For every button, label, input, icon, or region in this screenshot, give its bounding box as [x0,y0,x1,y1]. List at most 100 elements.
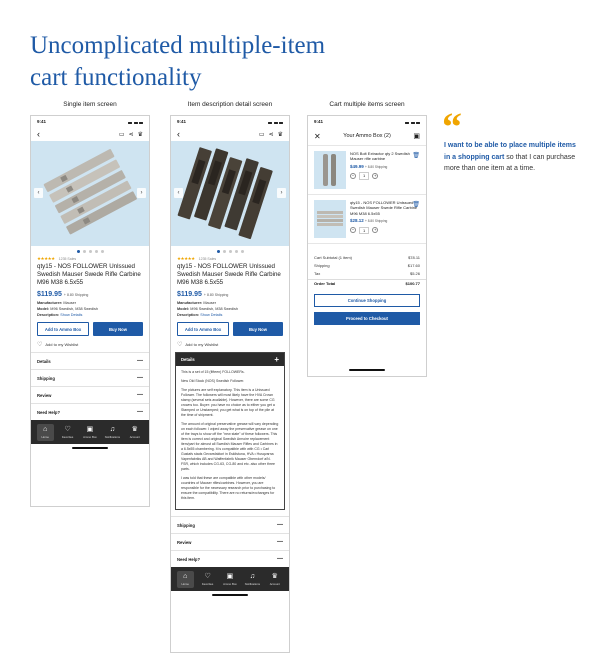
next-image-icon[interactable]: › [277,188,286,198]
details-paragraph: This is a set of 15 (fifteen) FOLLOWERs. [181,370,245,374]
share-icon[interactable]: ⋖ [269,131,274,138]
accordion-review[interactable]: Review — [171,533,289,550]
back-arrow-icon[interactable]: ‹ [37,129,40,139]
details-paragraph: The pictures are self explanatory. This … [181,388,275,417]
phone-item-detail: 9:41 ‹ ▭ ⋖ ♛ ‹ › ★★★★★ 1235 Sales qty15 … [170,115,290,653]
accordion-need-help[interactable]: Need Help? — [31,403,149,420]
description-label: Description: [37,313,60,317]
page-headline: Uncomplicated multiple-item cart functio… [30,30,450,94]
proceed-to-checkout-button[interactable]: Proceed to Checkout [314,312,420,325]
tab-home[interactable]: ⌂ Home [176,570,194,588]
quantity-value[interactable]: 1 [359,172,370,180]
accordion-need-help-label: Need Help? [177,556,201,562]
crown-icon[interactable]: ♛ [138,131,143,138]
image-pager-dots[interactable] [171,246,289,256]
box-icon: ▣ [86,425,94,433]
tab-ammo-box[interactable]: ▣ Ammo Box [221,573,238,586]
close-icon[interactable]: ✕ [314,132,321,141]
bell-icon: ♫ [249,572,255,580]
wishlist-label: Add to my Wishlist [185,341,219,347]
tab-account-label: Account [129,434,140,439]
cart-item: NOS Bolt Extractor qty 2 Swedish Mauser … [308,145,426,195]
tab-notifications[interactable]: ♫ Notifications [244,573,261,586]
model-label: Model: [37,307,50,311]
tab-favorites-label: Favorites [201,581,214,586]
status-icons [268,119,283,127]
show-details-link[interactable]: Show Details [200,313,222,317]
collapse-icon: — [277,556,283,562]
cart-title: Your Ammo Box (2) [343,133,391,139]
continue-shopping-button[interactable]: Continue Shopping [314,294,420,307]
heart-icon: ♡ [177,341,183,348]
home-indicator [31,444,149,452]
cart-header: ✕ Your Ammo Box (2) ▣ [308,127,426,145]
add-to-ammo-box-button[interactable]: Add to Ammo Box [177,322,229,336]
product-meta: Manufacturer: Mauser Model: M96 Swedish,… [177,300,283,318]
prev-image-icon[interactable]: ‹ [174,188,183,198]
show-details-link[interactable]: Show Details [60,313,82,317]
tab-home-label: Home [41,434,49,439]
wishlist-label: Add to my Wishlist [45,341,79,347]
quantity-stepper: − 1 + [350,226,420,235]
tab-ammo-box-label: Ammo Box [83,434,97,439]
crown-icon[interactable]: ♛ [278,131,283,138]
tab-account[interactable]: ♛ Account [126,426,143,439]
chat-icon[interactable]: ▭ [119,131,125,138]
quantity-value[interactable]: 1 [359,226,370,235]
accordion-shipping[interactable]: Shipping — [31,369,149,386]
back-arrow-icon[interactable]: ‹ [177,129,180,139]
status-time: 9:41 [37,119,47,124]
image-pager-dots[interactable] [31,246,149,256]
shipping-label: Shipping [314,263,330,268]
prev-image-icon[interactable]: ‹ [34,188,43,198]
crown-icon: ♛ [131,425,138,433]
headline-line-1: Uncomplicated multiple-item [30,32,326,59]
tab-favorites[interactable]: ♡ Favorites [59,426,76,439]
increase-quantity-button[interactable]: + [372,227,379,234]
decrease-quantity-button[interactable]: − [350,227,356,234]
tab-favorites[interactable]: ♡ Favorites [199,573,216,586]
tab-account[interactable]: ♛ Account [266,573,283,586]
chat-icon[interactable]: ▭ [259,131,265,138]
share-icon[interactable]: ⋖ [129,131,134,138]
wishlist-link[interactable]: ♡ Add to my Wishlist [177,340,283,348]
buy-now-button[interactable]: Buy Now [233,322,283,336]
accordion-review[interactable]: Review — [31,386,149,403]
bolt-extractor-photo [323,154,336,186]
increase-quantity-button[interactable]: + [372,172,379,179]
details-header-label: Details [181,357,195,362]
buy-now-button[interactable]: Buy Now [93,322,143,336]
cart-item-thumbnail[interactable] [314,151,346,189]
product-image[interactable]: ‹ › [31,141,149,246]
cart-item: qty15 - NOS FOLLOWER Unlssued Swedish Ma… [308,195,426,244]
plus-icon[interactable]: + [274,355,279,364]
cart-item-title: qty15 - NOS FOLLOWER Unlssued Swedish Ma… [350,200,418,216]
accordion-shipping[interactable]: Shipping — [171,516,289,533]
accordion-details[interactable]: Details — [31,352,149,369]
trash-icon[interactable]: 🗑 [412,201,420,208]
tab-notifications-label: Notifications [244,581,260,586]
wishlist-link[interactable]: ♡ Add to my Wishlist [37,340,143,348]
tab-ammo-box[interactable]: ▣ Ammo Box [81,426,98,439]
decrease-quantity-button[interactable]: − [350,172,356,179]
details-header[interactable]: Details + [176,353,284,366]
phone-single-item: 9:41 ‹ ▭ ⋖ ♛ ‹ › ★★★★★ 1235 Sales qty15 … [30,115,150,507]
tab-notifications[interactable]: ♫ Notifications [104,426,121,439]
collapse-icon: — [137,358,143,364]
model-value: M96 Swedish, M38 Swedish [190,307,238,311]
product-image[interactable]: ‹ › [171,141,289,246]
tab-home[interactable]: ⌂ Home [36,423,54,441]
details-paragraph: The amount of original preservative grea… [181,422,279,471]
cart-item-price: $49.99 [350,163,364,169]
box-icon: ▣ [226,572,234,580]
tax-label: Tax [314,271,321,276]
trash-icon[interactable]: 🗑 [412,152,420,159]
add-to-ammo-box-button[interactable]: Add to Ammo Box [37,322,89,336]
order-total-value: $100.77 [405,281,420,286]
accordion-need-help[interactable]: Need Help? — [171,550,289,567]
home-icon: ⌂ [43,425,48,433]
cart-item-thumbnail[interactable] [314,200,346,238]
tab-home-label: Home [181,581,189,586]
box-icon[interactable]: ▣ [413,132,420,140]
next-image-icon[interactable]: › [137,188,146,198]
